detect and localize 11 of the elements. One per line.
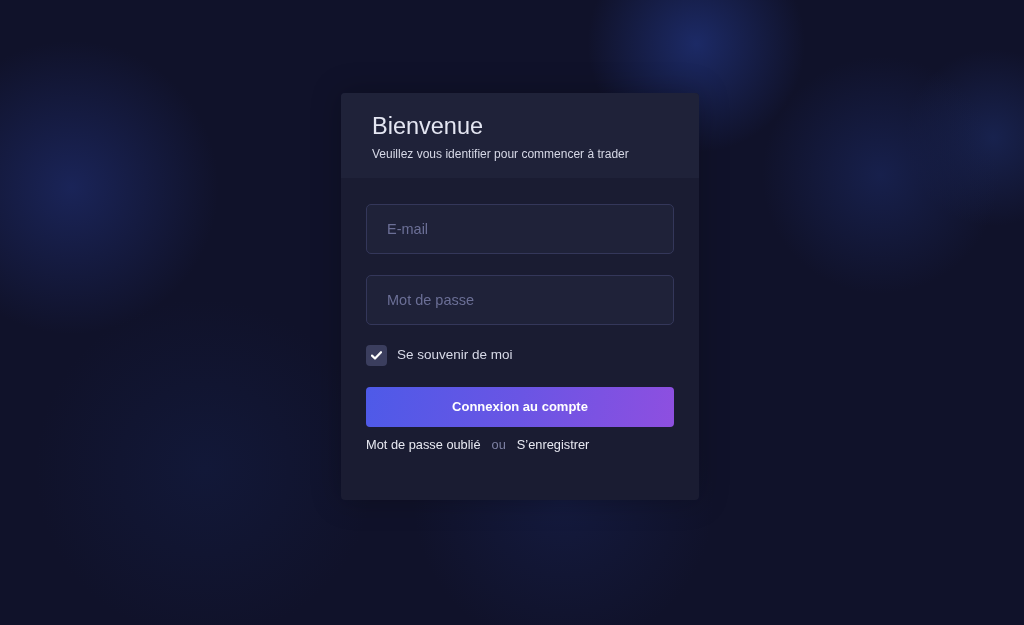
text-link[interactable]: S’enregistrer [516,436,590,454]
input-field[interactable]: E-mail [366,204,674,254]
login-button[interactable]: Connexion au compte [366,387,674,427]
checkmark-icon [371,351,382,360]
separator-text: ou [491,436,506,454]
text-link[interactable]: Mot de passe oublié [366,436,481,454]
card-subtitle: Veuillez vous identifier pour commencer à trader [372,146,630,162]
checkbox[interactable] [366,345,387,366]
card-title: Bienvenue [372,112,485,140]
input-field[interactable]: Mot de passe [366,275,674,325]
checkbox-label: Se souvenir de moi [397,346,513,365]
